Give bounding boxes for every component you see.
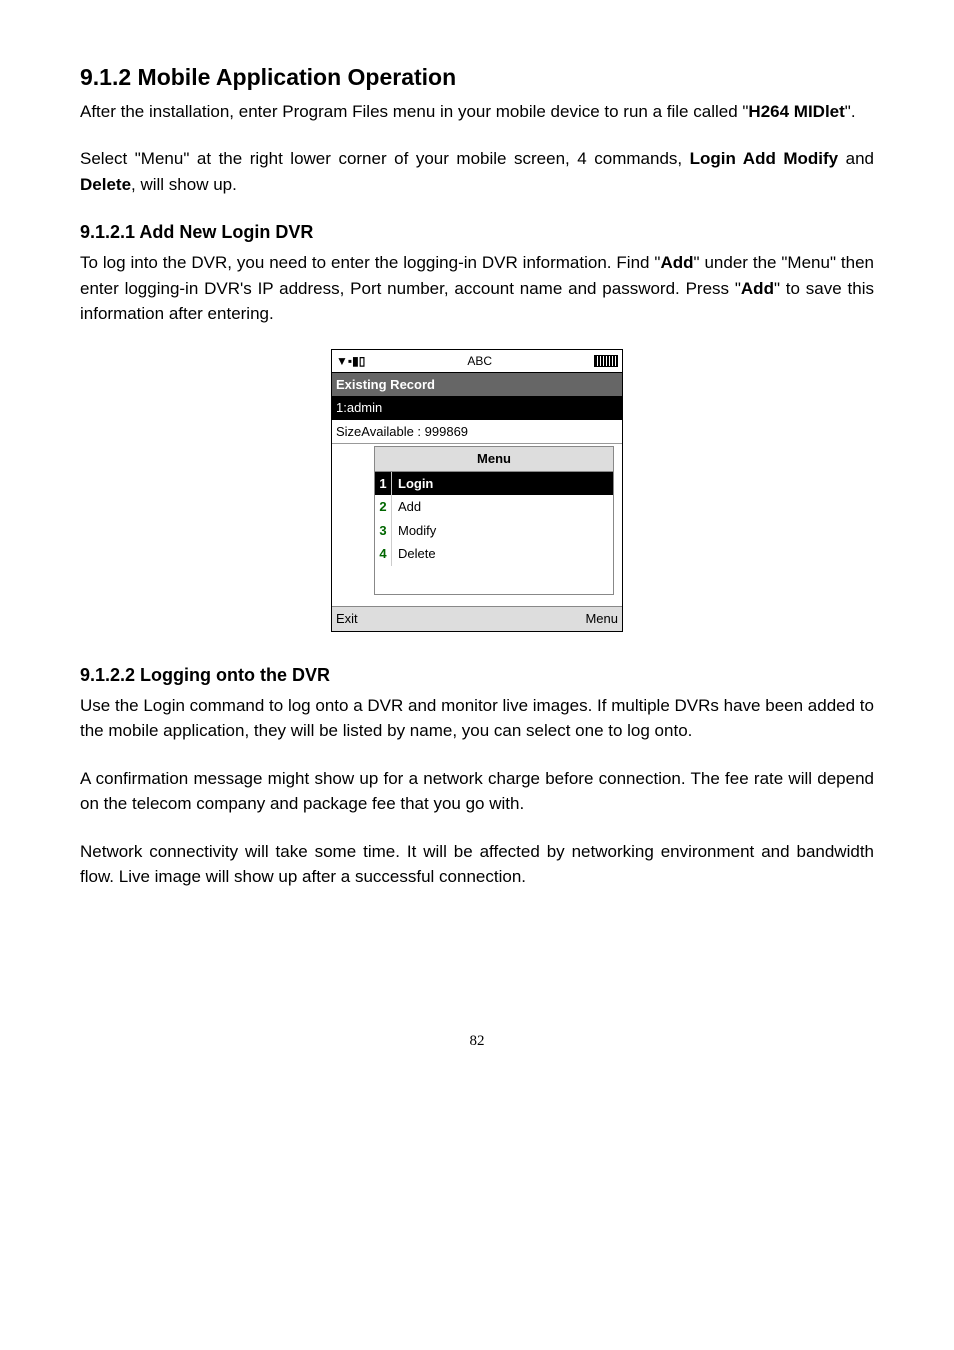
text: ". [845, 102, 856, 121]
status-bar: ▼▪▮▯ ABC [332, 350, 622, 373]
sub2-paragraph-1: Use the Login command to log onto a DVR … [80, 693, 874, 744]
menu-header: Menu [375, 447, 613, 472]
menu-number: 3 [375, 519, 392, 543]
text: , will show up. [131, 175, 237, 194]
menu-item-delete[interactable]: 4 Delete [375, 542, 613, 566]
size-available-row: SizeAvailable : 999869 [332, 420, 622, 445]
text: After the installation, enter Program Fi… [80, 102, 748, 121]
intro-paragraph-1: After the installation, enter Program Fi… [80, 99, 874, 125]
bold-text: Add [660, 253, 693, 272]
softkey-menu[interactable]: Menu [585, 609, 618, 629]
menu-label: Modify [392, 519, 613, 543]
menu-number: 2 [375, 495, 392, 519]
text: To log into the DVR, you need to enter t… [80, 253, 660, 272]
sub2-paragraph-2: A confirmation message might show up for… [80, 766, 874, 817]
input-mode-indicator: ABC [467, 352, 492, 370]
mobile-screenshot: ▼▪▮▯ ABC Existing Record 1:admin SizeAva… [331, 349, 623, 632]
record-row-selected[interactable]: 1:admin [332, 396, 622, 420]
menu-label: Add [392, 495, 613, 519]
subsection-heading-2: 9.1.2.2 Logging onto the DVR [80, 662, 874, 689]
menu-area: Menu 1 Login 2 Add 3 Modify 4 Delete [332, 446, 622, 606]
bold-text: Login Add Modify [690, 149, 838, 168]
bold-text: Delete [80, 175, 131, 194]
softkey-bar: Exit Menu [332, 606, 622, 631]
bold-text: Add [741, 279, 774, 298]
menu-label: Delete [392, 542, 613, 566]
sub1-paragraph: To log into the DVR, you need to enter t… [80, 250, 874, 327]
menu-item-modify[interactable]: 3 Modify [375, 519, 613, 543]
menu-label: Login [392, 472, 613, 496]
menu-item-login[interactable]: 1 Login [375, 472, 613, 496]
text: and [838, 149, 874, 168]
sub2-paragraph-3: Network connectivity will take some time… [80, 839, 874, 890]
battery-icon [594, 355, 618, 367]
menu-popup: Menu 1 Login 2 Add 3 Modify 4 Delete [374, 446, 614, 595]
section-heading: 9.1.2 Mobile Application Operation [80, 60, 874, 95]
menu-number: 1 [375, 472, 392, 496]
softkey-exit[interactable]: Exit [336, 609, 358, 629]
signal-icon: ▼▪▮▯ [336, 352, 365, 370]
title-bar: Existing Record [332, 373, 622, 397]
subsection-heading-1: 9.1.2.1 Add New Login DVR [80, 219, 874, 246]
intro-paragraph-2: Select "Menu" at the right lower corner … [80, 146, 874, 197]
menu-number: 4 [375, 542, 392, 566]
text: Select "Menu" at the right lower corner … [80, 149, 690, 168]
bold-text: H264 MIDlet [748, 102, 844, 121]
menu-item-add[interactable]: 2 Add [375, 495, 613, 519]
page-number: 82 [80, 1030, 874, 1053]
